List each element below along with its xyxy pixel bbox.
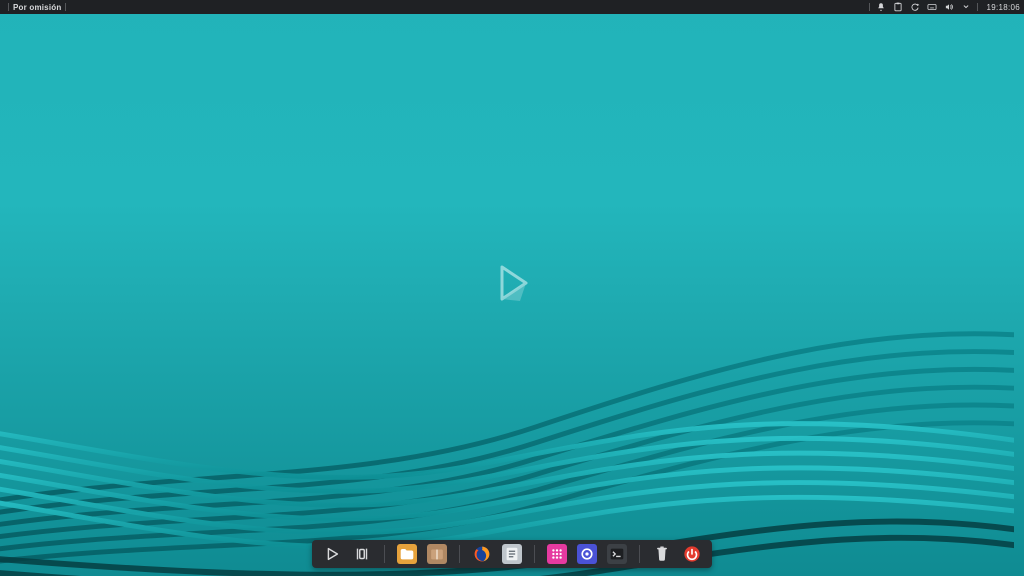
power-icon[interactable] xyxy=(682,544,702,564)
trash-icon[interactable] xyxy=(652,544,672,564)
dock xyxy=(312,540,712,568)
text-editor-icon[interactable] xyxy=(502,544,522,564)
desktop-wallpaper xyxy=(0,0,1024,576)
panel-separator xyxy=(8,3,9,11)
workspaces-icon[interactable] xyxy=(352,544,372,564)
dock-separator xyxy=(534,545,535,563)
dock-separator xyxy=(459,545,460,563)
dock-separator xyxy=(639,545,640,563)
workspace-label[interactable]: Por omisión xyxy=(13,3,61,12)
panel-separator xyxy=(65,3,66,11)
keyboard-icon[interactable] xyxy=(927,2,937,12)
settings-app-icon[interactable] xyxy=(577,544,597,564)
terminal-icon[interactable] xyxy=(607,544,627,564)
clipboard-icon[interactable] xyxy=(893,2,903,12)
panel-separator xyxy=(977,3,978,11)
launcher-icon[interactable] xyxy=(322,544,342,564)
dock-separator xyxy=(384,545,385,563)
expand-icon[interactable] xyxy=(961,2,971,12)
system-tray xyxy=(876,2,971,12)
media-app-icon[interactable] xyxy=(547,544,567,564)
notifications-icon[interactable] xyxy=(876,2,886,12)
panel-separator xyxy=(869,3,870,11)
firefox-icon[interactable] xyxy=(472,544,492,564)
clock[interactable]: 19:18:06 xyxy=(986,3,1020,12)
file-manager-icon[interactable] xyxy=(397,544,417,564)
top-panel: Por omisión 19:18:06 xyxy=(0,0,1024,14)
package-icon[interactable] xyxy=(427,544,447,564)
updates-icon[interactable] xyxy=(910,2,920,12)
volume-icon[interactable] xyxy=(944,2,954,12)
